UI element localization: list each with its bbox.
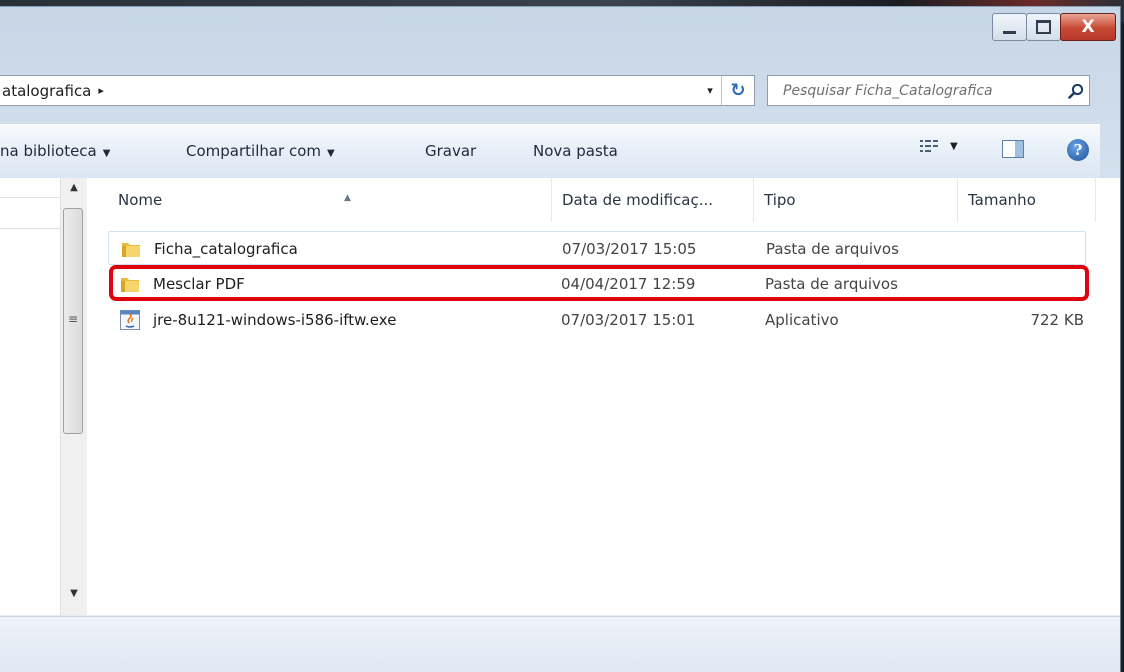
folder-icon bbox=[122, 243, 140, 257]
share-with-label: Compartilhar com bbox=[186, 142, 322, 160]
column-header-name-label: Nome bbox=[118, 191, 163, 209]
refresh-icon: ↻ bbox=[730, 80, 746, 101]
content-area: ▲ ≡ ▼ Nome ▲ Data de modificaç... Tipo T… bbox=[0, 178, 1120, 615]
navigation-scrollbar[interactable]: ▲ ≡ ▼ bbox=[60, 178, 87, 615]
search-icon[interactable] bbox=[1063, 83, 1089, 99]
address-bar[interactable]: atalografica ▸ ▾ ↻ bbox=[0, 75, 755, 106]
navigation-pane[interactable] bbox=[0, 178, 60, 615]
include-in-library-button[interactable]: na biblioteca ▼ bbox=[0, 138, 110, 164]
file-row[interactable]: Ficha_catalografica 07/03/2017 15:05 Pas… bbox=[108, 231, 1086, 265]
include-in-library-label: na biblioteca bbox=[0, 142, 97, 160]
file-type: Aplicativo bbox=[765, 311, 839, 329]
help-icon[interactable]: ? bbox=[1067, 139, 1089, 161]
view-list-icon bbox=[920, 140, 938, 152]
close-icon: X bbox=[1081, 17, 1095, 37]
file-name: Ficha_catalografica bbox=[154, 240, 298, 258]
chevron-down-icon: ▼ bbox=[102, 148, 111, 159]
search-box[interactable] bbox=[767, 75, 1090, 106]
column-header-name[interactable]: Nome ▲ bbox=[108, 178, 552, 222]
file-list: Nome ▲ Data de modificaç... Tipo Tamanho… bbox=[86, 178, 1120, 615]
share-with-button[interactable]: Compartilhar com ▼ bbox=[186, 138, 335, 164]
column-header-size[interactable]: Tamanho bbox=[958, 178, 1096, 222]
change-view-button[interactable]: ▼ bbox=[920, 139, 958, 153]
close-button[interactable]: X bbox=[1060, 13, 1116, 41]
column-header-date[interactable]: Data de modificaç... bbox=[552, 178, 754, 222]
grip-icon: ≡ bbox=[68, 312, 79, 326]
file-date: 07/03/2017 15:05 bbox=[562, 240, 697, 258]
window-controls: X bbox=[992, 13, 1116, 43]
refresh-button[interactable]: ↻ bbox=[721, 76, 754, 105]
file-row[interactable]: Mesclar PDF 04/04/2017 12:59 Pasta de ar… bbox=[108, 267, 1086, 301]
file-type: Pasta de arquivos bbox=[765, 275, 898, 293]
chevron-down-icon: ▼ bbox=[327, 148, 335, 159]
maximize-button[interactable] bbox=[1026, 13, 1061, 41]
preview-pane-button[interactable] bbox=[1002, 140, 1024, 158]
navigation-selected-item[interactable] bbox=[0, 197, 60, 229]
new-folder-button[interactable]: Nova pasta bbox=[533, 138, 618, 164]
scroll-thumb[interactable]: ≡ bbox=[63, 208, 83, 434]
breadcrumb-arrow-icon[interactable]: ▸ bbox=[98, 84, 104, 97]
burn-button[interactable]: Gravar bbox=[425, 138, 476, 164]
file-date: 04/04/2017 12:59 bbox=[561, 275, 696, 293]
command-bar: na biblioteca ▼ Compartilhar com ▼ Gravar … bbox=[0, 124, 1100, 179]
minimize-button[interactable] bbox=[992, 13, 1027, 41]
scroll-up-icon[interactable]: ▲ bbox=[61, 182, 87, 202]
file-size: 722 KB bbox=[1030, 311, 1084, 329]
file-type: Pasta de arquivos bbox=[766, 240, 899, 258]
chevron-down-icon: ▼ bbox=[950, 140, 958, 152]
scroll-down-icon[interactable]: ▼ bbox=[61, 588, 87, 608]
details-pane bbox=[0, 616, 1120, 672]
search-input[interactable] bbox=[768, 76, 1063, 105]
file-row[interactable]: jre-8u121-windows-i586-iftw.exe 07/03/20… bbox=[108, 303, 1086, 337]
address-history-dropdown-icon[interactable]: ▾ bbox=[699, 84, 721, 97]
file-name: Mesclar PDF bbox=[153, 275, 245, 293]
column-header-type[interactable]: Tipo bbox=[754, 178, 958, 222]
file-name: jre-8u121-windows-i586-iftw.exe bbox=[153, 311, 397, 329]
breadcrumb-folder[interactable]: atalografica bbox=[0, 82, 91, 100]
folder-icon bbox=[121, 278, 139, 292]
sort-ascending-icon: ▲ bbox=[344, 193, 351, 203]
java-exe-icon bbox=[120, 310, 140, 330]
file-date: 07/03/2017 15:01 bbox=[561, 311, 696, 329]
